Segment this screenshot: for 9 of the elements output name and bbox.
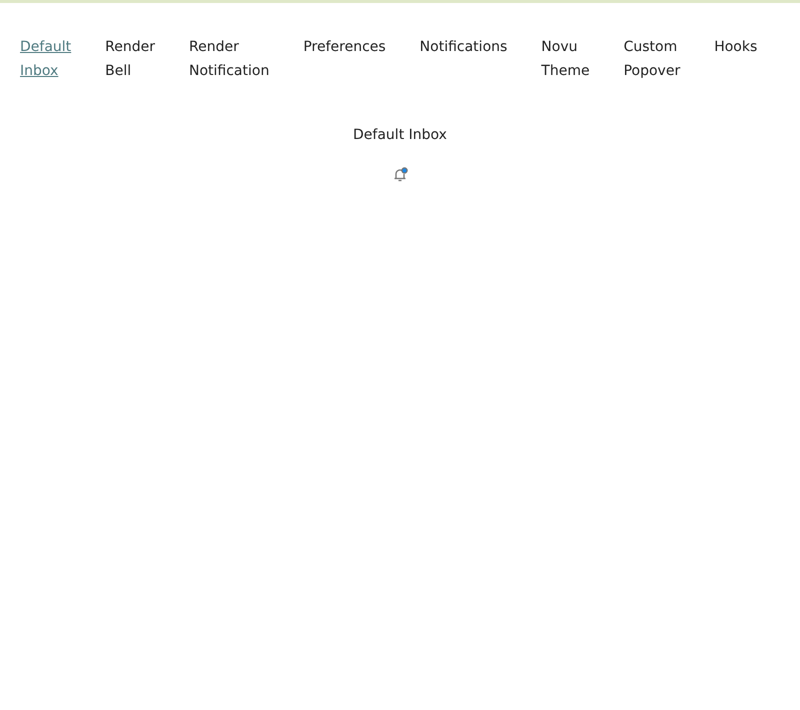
nav-tab[interactable]: Notifications [420,35,508,83]
page-heading: Default Inbox [353,127,447,143]
nav-tab[interactable]: Render Bell [105,35,155,83]
nav-tab[interactable]: Novu Theme [541,35,590,83]
nav-tab[interactable]: Preferences [303,35,386,83]
nav-tab[interactable]: Custom Popover [624,35,680,83]
nav-tab[interactable]: Render Notification [189,35,270,83]
nav-tab[interactable]: Hooks [714,35,758,83]
nav-tab[interactable]: Default Inbox [20,35,72,83]
